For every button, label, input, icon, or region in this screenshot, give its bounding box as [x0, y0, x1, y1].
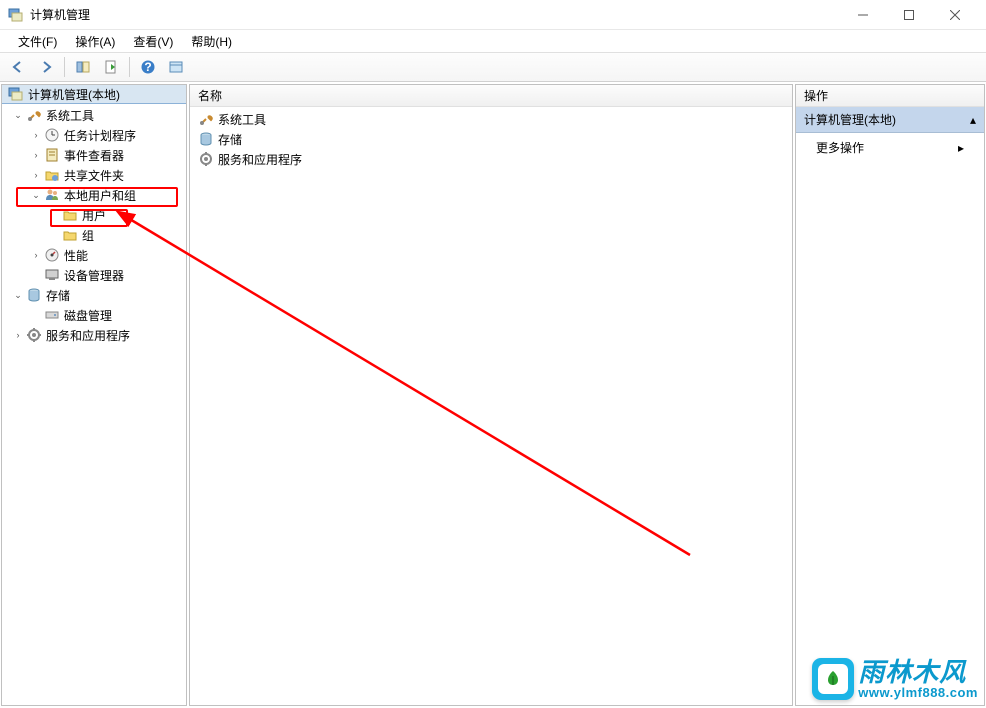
tree-services-apps[interactable]: › 服务和应用程序 — [2, 325, 186, 345]
list-item-label: 系统工具 — [218, 111, 266, 128]
help-button[interactable]: ? — [136, 55, 160, 79]
properties-button[interactable] — [164, 55, 188, 79]
tree-groups[interactable]: 组 — [2, 225, 186, 245]
actions-header-label: 操作 — [804, 87, 828, 104]
list-item-services-apps[interactable]: 服务和应用程序 — [194, 149, 788, 169]
expand-icon[interactable]: › — [30, 129, 42, 141]
tree-label: 组 — [82, 227, 94, 244]
tree-label: 设备管理器 — [64, 267, 124, 284]
expand-icon[interactable]: › — [30, 169, 42, 181]
svg-text:?: ? — [144, 60, 151, 74]
users-icon — [44, 187, 60, 203]
expand-icon[interactable]: › — [30, 149, 42, 161]
tree-label: 服务和应用程序 — [46, 327, 130, 344]
tree-disk-management[interactable]: 磁盘管理 — [2, 305, 186, 325]
main-content: 计算机管理(本地) ⌄ 系统工具 › 任务计划程序 › 事件查看器 › 共享文件… — [0, 82, 986, 708]
list-item-label: 存储 — [218, 131, 242, 148]
tree-label: 共享文件夹 — [64, 167, 124, 184]
tree-label: 本地用户和组 — [64, 187, 136, 204]
menu-file[interactable]: 文件(F) — [10, 31, 65, 52]
list-header[interactable]: 名称 — [190, 85, 792, 107]
device-icon — [44, 267, 60, 283]
disk-icon — [44, 307, 60, 323]
collapse-icon: ▴ — [970, 113, 976, 127]
show-hide-tree-button[interactable] — [71, 55, 95, 79]
shared-folder-icon — [44, 167, 60, 183]
list-item-label: 服务和应用程序 — [218, 151, 302, 168]
tree-storage[interactable]: ⌄ 存储 — [2, 285, 186, 305]
titlebar: 计算机管理 — [0, 0, 986, 30]
tree-performance[interactable]: › 性能 — [2, 245, 186, 265]
collapse-icon[interactable]: ⌄ — [30, 189, 42, 201]
tree-label: 事件查看器 — [64, 147, 124, 164]
close-button[interactable] — [932, 0, 978, 30]
actions-header: 操作 — [796, 85, 984, 107]
folder-icon — [62, 207, 78, 223]
toolbar: ? — [0, 52, 986, 82]
list-panel: 名称 系统工具 存储 服务和应用程序 — [189, 84, 793, 706]
tree-label: 磁盘管理 — [64, 307, 112, 324]
storage-icon — [26, 287, 42, 303]
expand-icon[interactable]: › — [30, 249, 42, 261]
tree-shared-folders[interactable]: › 共享文件夹 — [2, 165, 186, 185]
tree-root-label: 计算机管理(本地) — [28, 86, 120, 103]
tree-panel: 计算机管理(本地) ⌄ 系统工具 › 任务计划程序 › 事件查看器 › 共享文件… — [1, 84, 187, 706]
menu-view[interactable]: 查看(V) — [125, 31, 181, 52]
tree-users[interactable]: 用户 — [2, 205, 186, 225]
watermark-logo — [812, 658, 854, 700]
actions-more-label: 更多操作 — [816, 139, 864, 156]
tools-icon — [26, 107, 42, 123]
tree-system-tools[interactable]: ⌄ 系统工具 — [2, 105, 186, 125]
tree-label: 性能 — [64, 247, 88, 264]
app-icon — [8, 7, 24, 23]
tree-local-users-groups[interactable]: ⌄ 本地用户和组 — [2, 185, 186, 205]
window-title: 计算机管理 — [30, 6, 840, 23]
minimize-button[interactable] — [840, 0, 886, 30]
watermark: 雨林木风 www.ylmf888.com — [812, 658, 978, 700]
menubar: 文件(F) 操作(A) 查看(V) 帮助(H) — [0, 30, 986, 52]
list-item-storage[interactable]: 存储 — [194, 129, 788, 149]
storage-icon — [198, 131, 214, 147]
column-name: 名称 — [198, 87, 222, 104]
tree-label: 存储 — [46, 287, 70, 304]
list-item-system-tools[interactable]: 系统工具 — [194, 109, 788, 129]
expand-icon[interactable]: ⌄ — [12, 109, 24, 121]
tree-label: 任务计划程序 — [64, 127, 136, 144]
computer-management-icon — [8, 86, 24, 102]
chevron-right-icon: ▸ — [958, 141, 964, 155]
actions-panel: 操作 计算机管理(本地) ▴ 更多操作 ▸ — [795, 84, 985, 706]
folder-icon — [62, 227, 78, 243]
maximize-button[interactable] — [886, 0, 932, 30]
services-icon — [198, 151, 214, 167]
expand-icon[interactable]: › — [12, 329, 24, 341]
tree-event-viewer[interactable]: › 事件查看器 — [2, 145, 186, 165]
tools-icon — [198, 111, 214, 127]
back-button[interactable] — [6, 55, 30, 79]
collapse-icon[interactable]: ⌄ — [12, 289, 24, 301]
actions-section-label: 计算机管理(本地) — [804, 111, 896, 128]
clock-icon — [44, 127, 60, 143]
menu-help[interactable]: 帮助(H) — [183, 31, 240, 52]
event-icon — [44, 147, 60, 163]
watermark-title: 雨林木风 — [858, 659, 978, 685]
export-button[interactable] — [99, 55, 123, 79]
menu-action[interactable]: 操作(A) — [67, 31, 123, 52]
actions-more[interactable]: 更多操作 ▸ — [796, 133, 984, 162]
tree-root[interactable]: 计算机管理(本地) — [1, 84, 187, 104]
performance-icon — [44, 247, 60, 263]
forward-button[interactable] — [34, 55, 58, 79]
watermark-url: www.ylmf888.com — [858, 685, 978, 700]
actions-section[interactable]: 计算机管理(本地) ▴ — [796, 107, 984, 133]
tree-task-scheduler[interactable]: › 任务计划程序 — [2, 125, 186, 145]
services-icon — [26, 327, 42, 343]
tree-label: 系统工具 — [46, 107, 94, 124]
tree-label: 用户 — [82, 207, 106, 224]
tree-device-manager[interactable]: 设备管理器 — [2, 265, 186, 285]
